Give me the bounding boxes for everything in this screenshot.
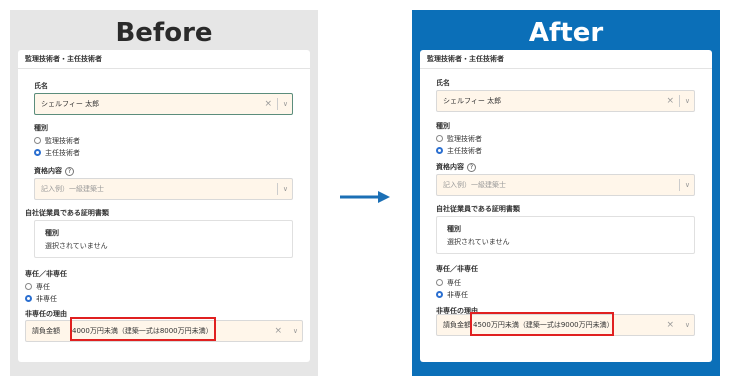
before-title: Before [115, 18, 213, 48]
chevron-down-icon[interactable]: ∨ [685, 91, 690, 111]
dedication-option-label: 非専任 [447, 291, 468, 299]
chevron-down-icon[interactable]: ∨ [293, 321, 298, 341]
divider [277, 183, 278, 195]
before-form-card: 監理技術者・主任技術者 氏名 シェルフィー 太郎 × ∨ 種別 監理技術者 主任… [18, 50, 310, 362]
after-form-card: 監理技術者・主任技術者 氏名 シェルフィー 太郎 × ∨ 種別 監理技術者 主任… [420, 50, 712, 362]
reason-label: 非専任の理由 [25, 310, 67, 318]
radio-checked-icon[interactable] [25, 295, 32, 302]
clear-icon[interactable]: × [666, 315, 674, 335]
dedication-option-full[interactable]: 専任 [25, 282, 50, 292]
type-option-label: 主任技術者 [447, 147, 482, 155]
cert-section-title: 自社従業員である証明書類 [25, 209, 109, 217]
cert-box: 種別 選択されていません [436, 216, 695, 254]
type-option-supervising[interactable]: 監理技術者 [436, 134, 482, 144]
cert-type-label: 種別 [45, 229, 59, 237]
qualification-label-text: 資格内容 [436, 163, 464, 171]
chevron-down-icon[interactable]: ∨ [283, 179, 288, 199]
type-option-chief[interactable]: 主任技術者 [34, 148, 80, 158]
after-title: After [528, 18, 604, 48]
clear-icon[interactable]: × [274, 321, 282, 341]
cert-box: 種別 選択されていません [34, 220, 293, 258]
highlight-box [470, 312, 614, 336]
qualification-label: 資格内容? [34, 166, 74, 176]
dedication-label: 専任／非専任 [436, 265, 478, 273]
divider [277, 98, 278, 110]
name-label: 氏名 [34, 82, 48, 90]
chevron-down-icon[interactable]: ∨ [685, 175, 690, 195]
arrow-right-icon [340, 191, 390, 203]
qualification-placeholder: 記入例）一級建築士 [443, 181, 506, 189]
name-label: 氏名 [436, 79, 450, 87]
type-label: 種別 [436, 122, 450, 130]
radio-icon[interactable] [436, 279, 443, 286]
qualification-select[interactable]: 記入例）一級建築士 ∨ [436, 174, 695, 196]
cert-section-title: 自社従業員である証明書類 [436, 205, 520, 213]
divider [679, 179, 680, 191]
type-option-label: 主任技術者 [45, 149, 80, 157]
qualification-label-text: 資格内容 [34, 167, 62, 175]
clear-icon[interactable]: × [264, 94, 272, 114]
help-icon[interactable]: ? [467, 163, 476, 172]
dedication-option-full[interactable]: 専任 [436, 278, 461, 288]
dedication-option-label: 専任 [447, 279, 461, 287]
dedication-option-label: 非専任 [36, 295, 57, 303]
type-label: 種別 [34, 124, 48, 132]
name-select[interactable]: シェルフィー 太郎 × ∨ [34, 93, 293, 115]
radio-checked-icon[interactable] [34, 149, 41, 156]
qualification-placeholder: 記入例）一級建築士 [41, 185, 104, 193]
name-value: シェルフィー 太郎 [443, 97, 502, 105]
highlight-box [70, 317, 216, 341]
section-title: 監理技術者・主任技術者 [420, 50, 712, 69]
name-value: シェルフィー 太郎 [41, 100, 100, 108]
dedication-option-label: 専任 [36, 283, 50, 291]
radio-icon[interactable] [34, 137, 41, 144]
help-icon[interactable]: ? [65, 167, 74, 176]
dedication-option-non[interactable]: 非専任 [25, 294, 57, 304]
type-option-label: 監理技術者 [45, 137, 80, 145]
after-panel: After 監理技術者・主任技術者 氏名 シェルフィー 太郎 × ∨ 種別 監理… [412, 10, 720, 376]
dedication-label: 専任／非専任 [25, 270, 67, 278]
type-option-chief[interactable]: 主任技術者 [436, 146, 482, 156]
divider [679, 95, 680, 107]
section-title: 監理技術者・主任技術者 [18, 50, 310, 69]
cert-type-label: 種別 [447, 225, 461, 233]
dedication-option-non[interactable]: 非専任 [436, 290, 468, 300]
reason-prefix: 請負金額 [443, 321, 471, 329]
radio-checked-icon[interactable] [436, 147, 443, 154]
cert-type-value: 選択されていません [447, 238, 510, 246]
type-option-supervising[interactable]: 監理技術者 [34, 136, 80, 146]
chevron-down-icon[interactable]: ∨ [685, 315, 690, 335]
radio-checked-icon[interactable] [436, 291, 443, 298]
reason-prefix: 請負金額 [32, 327, 60, 335]
clear-icon[interactable]: × [666, 91, 674, 111]
cert-type-value: 選択されていません [45, 242, 108, 250]
chevron-down-icon[interactable]: ∨ [283, 94, 288, 114]
before-panel: Before 監理技術者・主任技術者 氏名 シェルフィー 太郎 × ∨ 種別 監… [10, 10, 318, 376]
radio-icon[interactable] [436, 135, 443, 142]
qualification-select[interactable]: 記入例）一級建築士 ∨ [34, 178, 293, 200]
qualification-label: 資格内容? [436, 162, 476, 172]
name-select[interactable]: シェルフィー 太郎 × ∨ [436, 90, 695, 112]
radio-icon[interactable] [25, 283, 32, 290]
type-option-label: 監理技術者 [447, 135, 482, 143]
